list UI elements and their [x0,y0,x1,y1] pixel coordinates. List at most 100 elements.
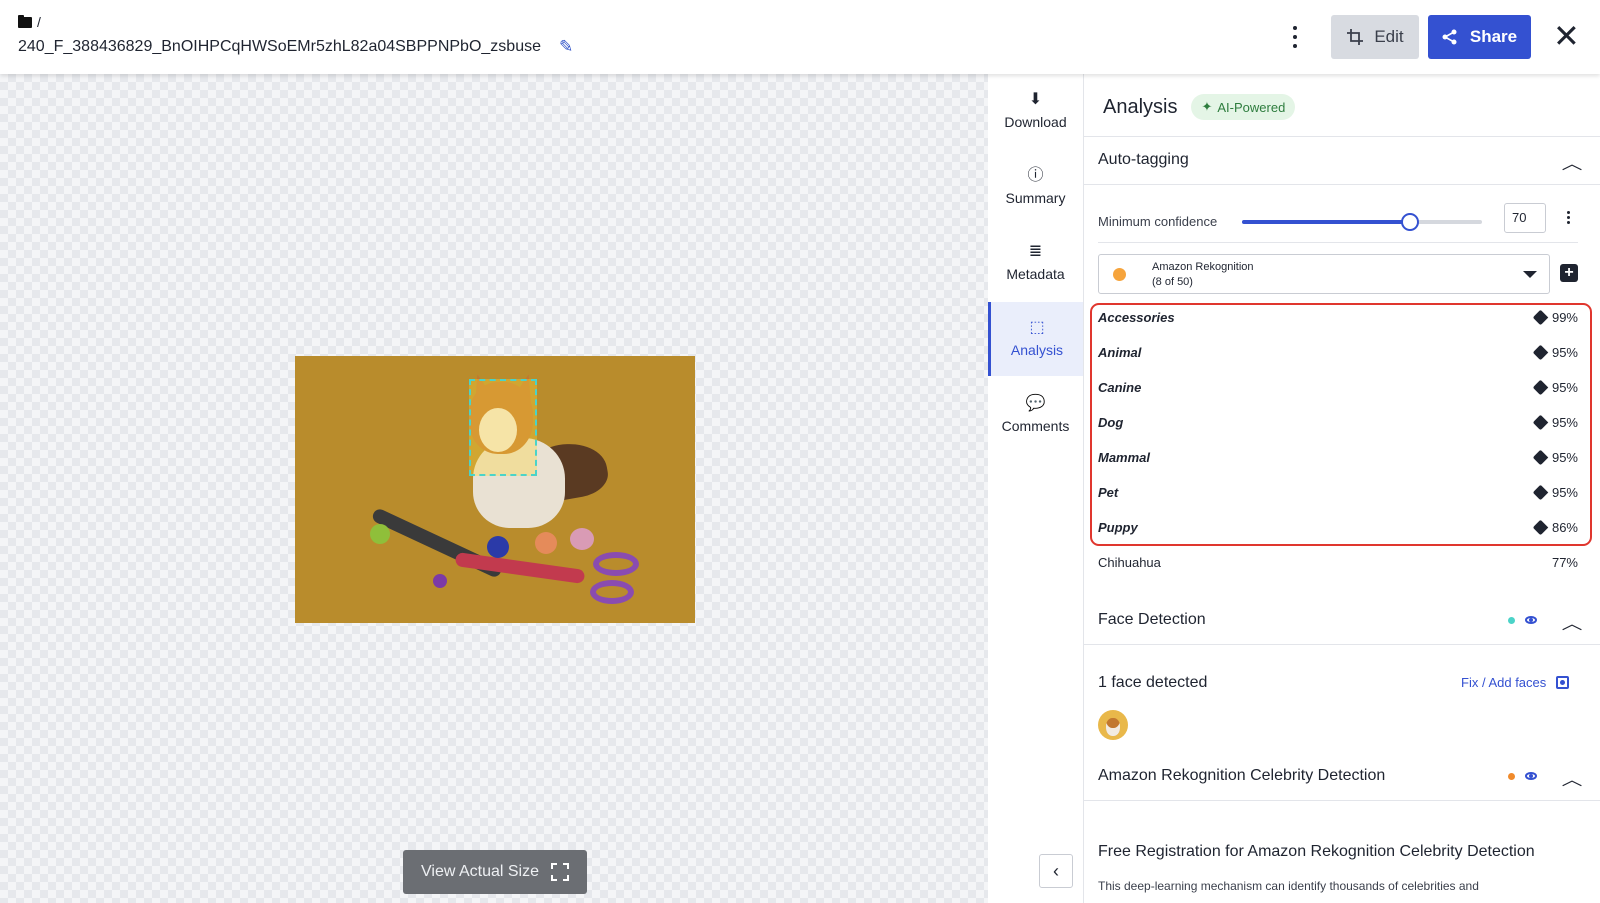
tag-icon [1532,344,1549,360]
slider-fill [1242,220,1410,224]
tag-name: Chihuahua [1098,554,1161,570]
edit-button[interactable]: Edit [1331,15,1419,59]
tag-row[interactable]: Dog 95% [1098,412,1578,432]
face-status-dot [1508,617,1515,624]
tag-name: Dog [1098,414,1124,430]
tag-icon [1532,519,1549,535]
slider-thumb[interactable] [1401,213,1419,231]
tag-value: 95% [1551,449,1578,465]
tag-row[interactable]: Canine 95% [1098,377,1578,397]
preview-image [295,356,695,623]
rail-metadata[interactable]: ≣ Metadata [988,226,1083,300]
comments-icon: 💬 [1025,395,1046,412]
share-button[interactable]: Share [1428,15,1531,59]
rail-analysis[interactable]: ⬚ Analysis [988,302,1083,376]
folder-icon [18,14,32,28]
face-scan-icon [1556,676,1570,689]
celebrity-status-dot [1508,773,1515,780]
tag-value: 77% [1551,554,1578,570]
celebrity-section-title[interactable]: Amazon Rekognition Celebrity Detection [1098,767,1385,785]
tag-name: Pet [1098,484,1119,500]
more-options-icon[interactable] [1290,26,1300,48]
tag-row[interactable]: Puppy 86% [1098,517,1578,537]
download-icon: ⬇ [1028,91,1043,108]
tag-row[interactable]: Mammal 95% [1098,447,1578,467]
tag-value: 95% [1551,484,1578,500]
tag-name: Puppy [1098,519,1138,535]
breadcrumb-separator: / [37,14,41,30]
view-actual-label: View Actual Size [421,863,539,880]
tag-value: 86% [1551,519,1578,535]
chevron-up-icon[interactable]: ︿ [1562,766,1583,790]
rail-summary[interactable]: ⓘ Summary [988,150,1083,224]
share-icon [1442,29,1457,45]
panel-header: Analysis ✦ AI-Powered [1103,94,1296,120]
registration-title: Free Registration for Amazon Rekognition… [1098,843,1535,860]
sparkle-icon: ✦ [1201,99,1213,114]
provider-status-dot [1113,268,1126,281]
tag-name: Accessories [1098,309,1175,325]
ai-badge-label: AI-Powered [1217,99,1286,115]
rail-metadata-label: Metadata [1006,266,1065,282]
rail-download-label: Download [1004,114,1067,130]
tag-value: 99% [1551,309,1578,325]
tool-rail: ⬇ Download ⓘ Summary ≣ Metadata ⬚ Analys… [988,74,1083,903]
tag-name: Canine [1098,379,1142,395]
analysis-panel: Analysis ✦ AI-Powered Auto-tagging ︿ Min… [1083,74,1600,903]
info-icon: ⓘ [1027,167,1044,184]
face-bounding-box[interactable] [469,379,537,476]
analysis-icon: ⬚ [1029,319,1045,336]
add-provider-icon[interactable]: + [1560,264,1578,282]
provider-count: (8 of 50) [1152,276,1193,288]
tag-icon [1532,484,1549,500]
list-icon: ≣ [1028,243,1043,260]
caret-down-icon [1523,271,1537,278]
tag-icon [1532,414,1549,430]
fullscreen-icon [551,863,569,881]
provider-name: Amazon Rekognition [1152,261,1254,273]
rail-summary-label: Summary [1005,190,1066,206]
tag-name: Animal [1098,344,1142,360]
tag-value: 95% [1551,379,1578,395]
rail-comments[interactable]: 💬 Comments [988,378,1083,452]
rail-download[interactable]: ⬇ Download [988,74,1083,148]
confidence-slider[interactable] [1242,213,1482,231]
tag-row[interactable]: Animal 95% [1098,342,1578,362]
registration-description: This deep-learning mechanism can identif… [1098,879,1479,893]
provider-select[interactable]: Amazon Rekognition (8 of 50) [1098,254,1550,294]
eye-icon[interactable] [1525,772,1537,780]
rail-comments-label: Comments [1001,418,1070,434]
faces-count: 1 face detected [1098,674,1208,691]
tag-icon [1532,379,1549,395]
crop-icon [1347,29,1364,45]
eye-icon[interactable] [1525,616,1537,624]
face-detection-title[interactable]: Face Detection [1098,611,1206,629]
confidence-input[interactable]: 70 [1504,203,1546,233]
chevron-left-icon: ‹ [1053,860,1059,881]
fix-add-faces-link[interactable]: Fix / Add faces [1461,675,1570,690]
share-label: Share [1469,27,1518,46]
tag-value: 95% [1551,344,1578,360]
pencil-icon[interactable]: ✎ [559,37,573,57]
view-actual-size-button[interactable]: View Actual Size [403,850,587,894]
close-icon[interactable]: ✕ [1553,20,1580,52]
tag-value: 95% [1551,414,1578,430]
tag-row[interactable]: Accessories 99% [1098,307,1578,327]
chevron-up-icon[interactable]: ︿ [1562,150,1583,174]
edit-label: Edit [1374,27,1404,46]
panel-title: Analysis [1103,95,1178,118]
rail-analysis-label: Analysis [1010,342,1064,358]
tag-icon [1532,449,1549,465]
tag-row[interactable]: Pet 95% [1098,482,1578,502]
tag-name: Mammal [1098,449,1151,465]
collapse-panel-button[interactable]: ‹ [1039,854,1073,888]
autotag-section-title[interactable]: Auto-tagging [1098,151,1189,169]
confidence-label: Minimum confidence [1098,214,1218,229]
chevron-up-icon[interactable]: ︿ [1562,610,1583,634]
breadcrumb[interactable]: / [18,14,41,30]
face-thumbnail[interactable] [1098,710,1128,740]
tag-row-chihuahua[interactable]: Chihuahua 77% [1098,552,1578,572]
filename-text: 240_F_388436829_BnOIHPCqHWSoEMr5zhL82a04… [18,38,541,55]
autotag-options-icon[interactable] [1567,211,1570,224]
top-header: / 240_F_388436829_BnOIHPCqHWSoEMr5zhL82a… [0,0,1600,74]
